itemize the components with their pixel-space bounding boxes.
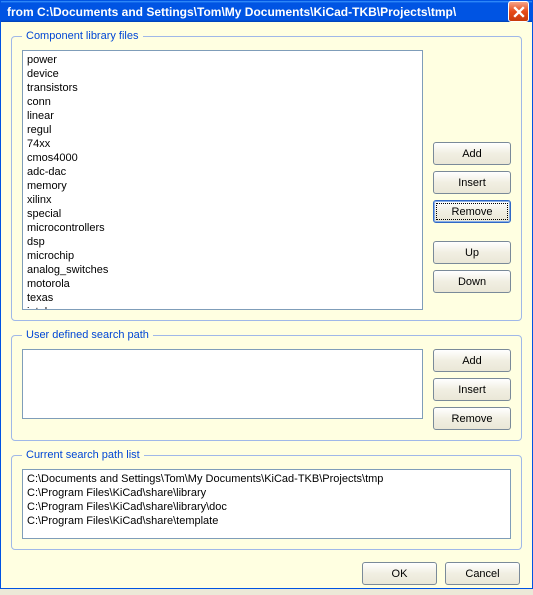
list-item[interactable]: 74xx xyxy=(25,137,420,151)
list-item[interactable]: motorola xyxy=(25,277,420,291)
ok-button[interactable]: OK xyxy=(362,562,437,585)
list-item[interactable]: xilinx xyxy=(25,193,420,207)
close-icon xyxy=(513,6,525,18)
group-current-search-path: Current search path list C:\Documents an… xyxy=(11,449,522,550)
searchpath-listbox[interactable]: C:\Documents and Settings\Tom\My Documen… xyxy=(22,469,511,539)
dialog-footer: OK Cancel xyxy=(11,558,522,585)
remove-button[interactable]: Remove xyxy=(433,200,511,223)
group-component-libraries: Component library files powerdevicetrans… xyxy=(11,30,522,321)
library-button-column: Add Insert Remove Up Down xyxy=(433,50,511,310)
up-button[interactable]: Up xyxy=(433,241,511,264)
group-legend: User defined search path xyxy=(22,329,153,341)
titlebar: from C:\Documents and Settings\Tom\My Do… xyxy=(1,1,532,22)
list-item[interactable]: microchip xyxy=(25,249,420,263)
group-legend: Current search path list xyxy=(22,449,144,461)
list-item[interactable]: cmos4000 xyxy=(25,151,420,165)
list-item[interactable]: regul xyxy=(25,123,420,137)
remove-button[interactable]: Remove xyxy=(433,407,511,430)
userpath-button-column: Add Insert Remove xyxy=(433,349,511,430)
list-item[interactable]: C:\Program Files\KiCad\share\library\doc xyxy=(25,500,508,514)
list-item[interactable]: texas xyxy=(25,291,420,305)
list-item[interactable]: analog_switches xyxy=(25,263,420,277)
list-item[interactable]: C:\Program Files\KiCad\share\template xyxy=(25,514,508,528)
list-item[interactable]: special xyxy=(25,207,420,221)
dialog-window: from C:\Documents and Settings\Tom\My Do… xyxy=(0,0,533,589)
window-title: from C:\Documents and Settings\Tom\My Do… xyxy=(7,5,508,19)
list-item[interactable]: C:\Documents and Settings\Tom\My Documen… xyxy=(25,472,508,486)
cancel-button[interactable]: Cancel xyxy=(445,562,520,585)
list-item[interactable]: microcontrollers xyxy=(25,221,420,235)
add-button[interactable]: Add xyxy=(433,349,511,372)
list-item[interactable]: dsp xyxy=(25,235,420,249)
list-item[interactable]: C:\Program Files\KiCad\share\library xyxy=(25,486,508,500)
insert-button[interactable]: Insert xyxy=(433,378,511,401)
group-legend: Component library files xyxy=(22,30,143,42)
down-button[interactable]: Down xyxy=(433,270,511,293)
list-item[interactable]: memory xyxy=(25,179,420,193)
insert-button[interactable]: Insert xyxy=(433,171,511,194)
list-item[interactable]: linear xyxy=(25,109,420,123)
library-listbox[interactable]: powerdevicetransistorsconnlinearregul74x… xyxy=(22,50,423,310)
list-item[interactable]: adc-dac xyxy=(25,165,420,179)
list-item[interactable]: power xyxy=(25,53,420,67)
list-item[interactable]: device xyxy=(25,67,420,81)
list-item[interactable]: transistors xyxy=(25,81,420,95)
list-item[interactable]: conn xyxy=(25,95,420,109)
spacer xyxy=(433,229,511,235)
dialog-body: Component library files powerdevicetrans… xyxy=(1,22,532,595)
group-user-search-path: User defined search path Add Insert Remo… xyxy=(11,329,522,441)
list-item[interactable]: intel xyxy=(25,305,420,310)
add-button[interactable]: Add xyxy=(433,142,511,165)
spacer xyxy=(433,50,511,136)
userpath-listbox[interactable] xyxy=(22,349,423,419)
close-button[interactable] xyxy=(508,1,529,22)
